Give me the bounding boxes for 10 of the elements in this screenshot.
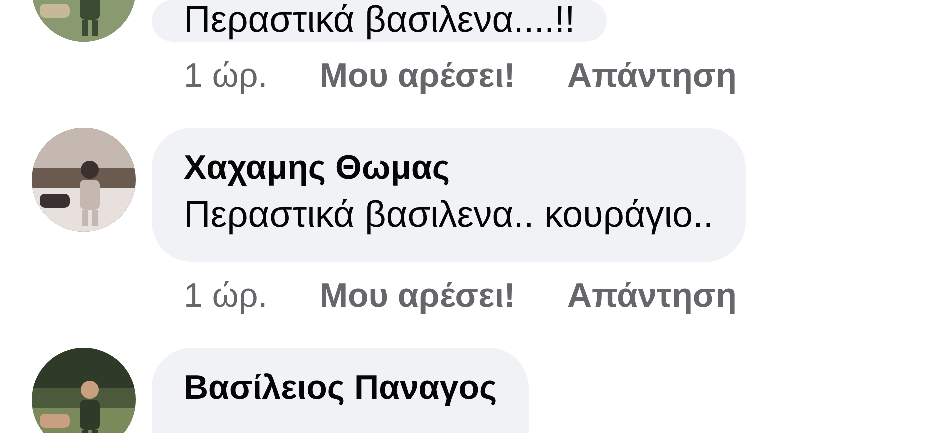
time-label: 1 ώρ. xyxy=(184,56,268,96)
author-name[interactable]: Βασίλειος Παναγος xyxy=(184,366,498,410)
like-link[interactable]: Μου αρέσει! xyxy=(320,270,516,322)
reply-link[interactable]: Απάντηση xyxy=(567,50,737,102)
reply-link[interactable]: Απάντηση xyxy=(567,270,737,322)
like-link[interactable]: Μου αρέσει! xyxy=(320,50,516,102)
comment-text: Περαστικά βασιλενα.. κουράγιο.. xyxy=(184,193,714,237)
author-name[interactable]: Χαχαμης Θωμας xyxy=(184,146,714,190)
comment-text: Περαστικά βασιλενα....!! xyxy=(184,0,576,40)
time-label: 1 ώρ. xyxy=(184,276,268,316)
